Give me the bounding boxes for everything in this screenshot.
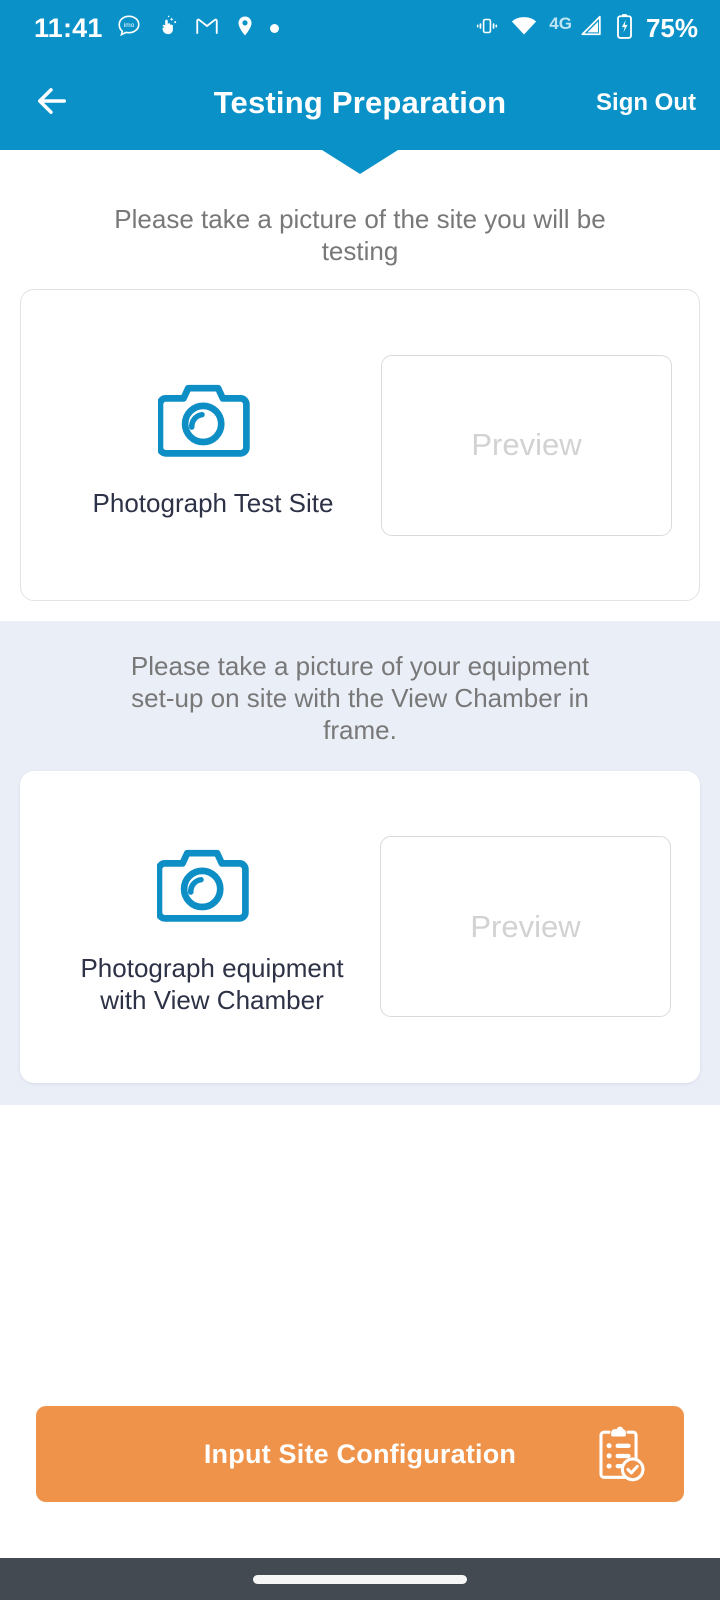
arrow-left-icon [31,80,73,127]
battery-charging-icon [615,13,634,44]
section-site-photo-prompt: Please take a picture of the site you wi… [114,204,606,266]
camera-icon [156,372,268,473]
header-pointer-triangle [322,150,398,174]
home-gesture-pill[interactable] [253,1574,467,1584]
system-navigation-bar [0,1558,720,1600]
site-photo-preview[interactable]: Preview [381,354,672,536]
site-photo-preview-label: Preview [471,427,582,463]
equipment-photo-preview[interactable]: Preview [380,836,671,1018]
input-site-configuration-label: Input Site Configuration [203,1438,517,1469]
gmail-icon [194,13,220,44]
imo-chat-icon: imo [116,13,142,44]
location-pin-icon [233,14,257,43]
sign-out-button[interactable]: Sign Out [596,89,696,117]
clipboard-check-icon [594,1426,646,1482]
main-content: Please take a picture of the site you wi… [0,150,720,1558]
photograph-test-site-label: Photograph Test Site [92,487,334,518]
app-screen: 11:41 imo 4G 75% Testing Preparation Sig… [0,0,720,1600]
section-equipment-photo: Please take a picture of your equipment … [0,621,720,1105]
status-bar-right: 4G 75% [475,13,698,44]
dot-icon [269,23,279,33]
content-spacer [0,1104,720,1406]
battery-percent-label: 75% [645,13,698,43]
sparkle-hand-icon [155,13,181,44]
photograph-equipment-button[interactable]: Photograph equipment with View Chamber [44,837,380,1016]
app-bar: Testing Preparation Sign Out [0,56,720,150]
back-button[interactable] [26,77,78,129]
status-bar: 11:41 imo 4G 75% [0,0,720,56]
section-equipment-photo-prompt: Please take a picture of your equipment … [130,651,590,745]
input-site-configuration-button[interactable]: Input Site Configuration [36,1406,684,1502]
cta-container: Input Site Configuration [0,1406,720,1502]
site-photo-card: Photograph Test Site Preview [20,289,700,602]
section-site-photo: Please take a picture of the site you wi… [0,150,720,622]
wifi-icon [510,13,538,44]
equipment-photo-preview-label: Preview [470,908,581,944]
status-time: 11:41 [34,12,103,43]
status-bar-left: 11:41 imo [34,13,279,44]
photograph-equipment-label: Photograph equipment with View Chamber [80,952,344,1016]
equipment-photo-card: Photograph equipment with View Chamber P… [20,770,700,1083]
photograph-test-site-button[interactable]: Photograph Test Site [45,372,381,519]
vibrate-icon [475,14,499,43]
svg-text:imo: imo [123,22,134,29]
signal-icon [579,13,604,43]
network-type-label: 4G [549,13,572,33]
camera-icon [155,837,267,938]
